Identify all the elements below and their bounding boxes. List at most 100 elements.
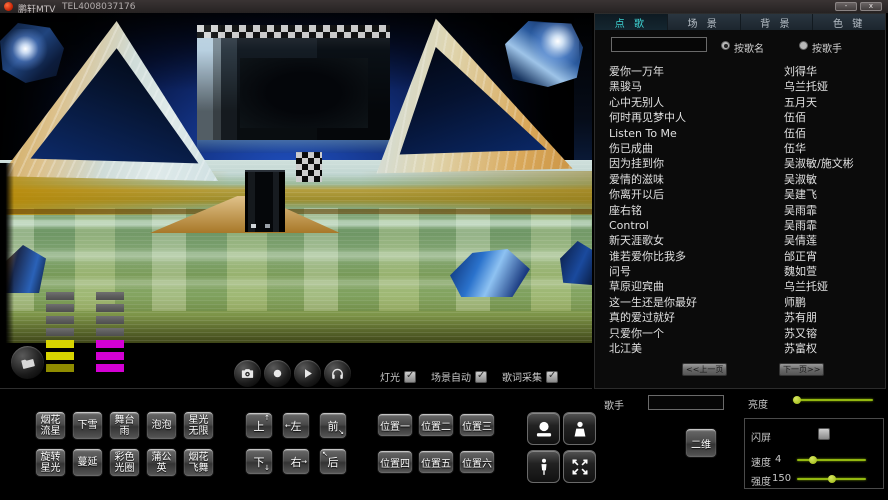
position-button[interactable]: 位置五 — [418, 450, 454, 474]
effect-button[interactable]: 烟花流星 — [35, 411, 66, 440]
song-title: Control — [609, 218, 784, 233]
song-artist: 五月天 — [784, 95, 885, 110]
record-button[interactable] — [263, 359, 292, 388]
position-button[interactable]: 位置三 — [459, 413, 495, 437]
song-row[interactable]: 问号 魏如萱 — [595, 264, 885, 279]
song-row[interactable]: 谁若爱你比我多 邰正宵 — [595, 249, 885, 264]
media-controls — [233, 359, 352, 388]
song-row[interactable]: 伤已成曲 伍华 — [595, 141, 885, 156]
search-by-song-radio[interactable] — [721, 41, 730, 50]
move-forward-button[interactable]: 前 ↘ — [319, 412, 347, 439]
song-row[interactable]: 何时再见梦中人 伍佰 — [595, 110, 885, 125]
song-row[interactable]: 新天涯歌女 吴倩莲 — [595, 233, 885, 248]
lyrics-capture-checkbox[interactable] — [546, 371, 558, 383]
song-row[interactable]: 你离开以后 吴建飞 — [595, 187, 885, 202]
phone-number: TEL4008037176 — [62, 2, 135, 12]
song-panel: 点 歌 场 景 背 景 色 键 按歌名 按歌手 爱你一万年 刘得华 黑骏马 乌兰… — [594, 13, 886, 389]
song-row[interactable]: 黑骏马 乌兰托娅 — [595, 79, 885, 94]
divider — [0, 388, 592, 389]
effect-button[interactable]: 蔓延 — [72, 448, 103, 477]
song-row[interactable]: 爱你一万年 刘得华 — [595, 64, 885, 79]
song-row[interactable]: 只爱你一个 苏又镕 — [595, 326, 885, 341]
play-button[interactable] — [293, 359, 322, 388]
effect-button[interactable]: 泡泡 — [146, 411, 177, 440]
move-back-button[interactable]: 后 ↖ — [319, 448, 347, 475]
left-arrow-icon: ← — [285, 423, 291, 430]
next-page-button[interactable]: 下一页>> — [779, 363, 824, 376]
fullscreen-button[interactable] — [563, 450, 596, 483]
position-button[interactable]: 位置六 — [459, 450, 495, 474]
position-button[interactable]: 位置四 — [377, 450, 413, 474]
song-row[interactable]: 心中无别人 五月天 — [595, 95, 885, 110]
tab-background[interactable]: 背 景 — [740, 14, 813, 30]
closeup-view-button[interactable] — [527, 412, 560, 445]
app-window: 鹏轩MTV TEL4008037176 - x — [0, 0, 888, 500]
song-artist: 吴建飞 — [784, 187, 885, 202]
fullbody-view-button[interactable] — [527, 450, 560, 483]
direction-buttons: 上 ↑ 左 ← 前 ↘ 下 ↓ 右 → 后 ↖ — [245, 412, 351, 475]
move-up-button[interactable]: 上 ↑ — [245, 412, 273, 439]
prev-page-button[interactable]: <<上一页 — [682, 363, 727, 376]
song-row[interactable]: 座右铭 吴雨霏 — [595, 203, 885, 218]
effect-button[interactable]: 舞台雨 — [109, 411, 140, 440]
singer-label: 歌手 — [604, 397, 624, 412]
bust-view-button[interactable] — [563, 412, 596, 445]
move-down-button[interactable]: 下 ↓ — [245, 448, 273, 475]
speed-label: 速度 — [751, 454, 771, 469]
effect-button[interactable]: 彩色光圈 — [109, 448, 140, 477]
view-2d-button[interactable]: 二维 — [685, 428, 717, 458]
effect-buttons: 烟花流星下雪舞台雨泡泡星光无限旋转星光蔓延彩色光圈蒲公英烟花飞舞 — [35, 411, 220, 477]
effect-button[interactable]: 烟花飞舞 — [183, 448, 214, 477]
song-artist: 伍佰 — [784, 110, 885, 125]
speed-value: 4 — [775, 454, 781, 465]
play-icon — [300, 366, 315, 381]
effect-button[interactable]: 旋转星光 — [35, 448, 66, 477]
song-row[interactable]: Listen To Me 伍佰 — [595, 126, 885, 141]
lyrics-capture-label: 歌词采集 — [502, 369, 542, 384]
song-row[interactable]: Control 吴雨霏 — [595, 218, 885, 233]
tab-scene[interactable]: 场 景 — [667, 14, 740, 30]
bust-icon — [570, 419, 590, 439]
stage-preview — [0, 13, 592, 343]
song-title: 这一生还是你最好 — [609, 295, 784, 310]
effect-button[interactable]: 蒲公英 — [146, 448, 177, 477]
song-artist: 魏如萱 — [784, 264, 885, 279]
song-row[interactable]: 这一生还是你最好 师鹏 — [595, 295, 885, 310]
song-title: 爱你一万年 — [609, 64, 784, 79]
singer-input[interactable] — [648, 395, 724, 410]
intensity-label: 强度 — [751, 473, 771, 488]
position-button[interactable]: 位置二 — [418, 413, 454, 437]
song-title: 心中无别人 — [609, 95, 784, 110]
song-artist: 邰正宵 — [784, 249, 885, 264]
effect-button[interactable]: 星光无限 — [183, 411, 214, 440]
closeup-icon — [534, 419, 554, 439]
open-file-button[interactable] — [10, 345, 45, 380]
close-button[interactable]: x — [860, 2, 882, 11]
minimize-button[interactable]: - — [835, 2, 857, 11]
song-row[interactable]: 北江美 苏富权 — [595, 341, 885, 356]
song-row[interactable]: 草原迎宾曲 乌兰托娅 — [595, 279, 885, 294]
move-left-button[interactable]: 左 ← — [282, 412, 310, 439]
brightness-slider[interactable] — [793, 395, 873, 405]
snapshot-button[interactable] — [233, 359, 262, 388]
song-row[interactable]: 真的爱过就好 苏有朋 — [595, 310, 885, 325]
move-right-button[interactable]: 右 → — [282, 448, 310, 475]
app-logo-icon — [4, 2, 13, 11]
stage-left-shadow — [0, 163, 14, 343]
brightness-label: 亮度 — [748, 396, 768, 411]
headphones-button[interactable] — [323, 359, 352, 388]
effect-button[interactable]: 下雪 — [72, 411, 103, 440]
position-button[interactable]: 位置一 — [377, 413, 413, 437]
tab-color-key[interactable]: 色 键 — [812, 14, 885, 30]
intensity-slider[interactable] — [797, 474, 866, 484]
search-by-singer-radio[interactable] — [799, 41, 808, 50]
speed-slider[interactable] — [797, 455, 866, 465]
flash-screen-checkbox[interactable] — [818, 428, 830, 440]
song-row[interactable]: 因为挂到你 吴淑敏/施文彬 — [595, 156, 885, 171]
checker-fragment — [296, 152, 322, 182]
song-row[interactable]: 爱情的滋味 吴淑敏 — [595, 172, 885, 187]
lighting-checkbox[interactable] — [404, 371, 416, 383]
search-input[interactable] — [611, 37, 707, 52]
scene-auto-checkbox[interactable] — [475, 371, 487, 383]
tab-song-select[interactable]: 点 歌 — [595, 14, 667, 30]
